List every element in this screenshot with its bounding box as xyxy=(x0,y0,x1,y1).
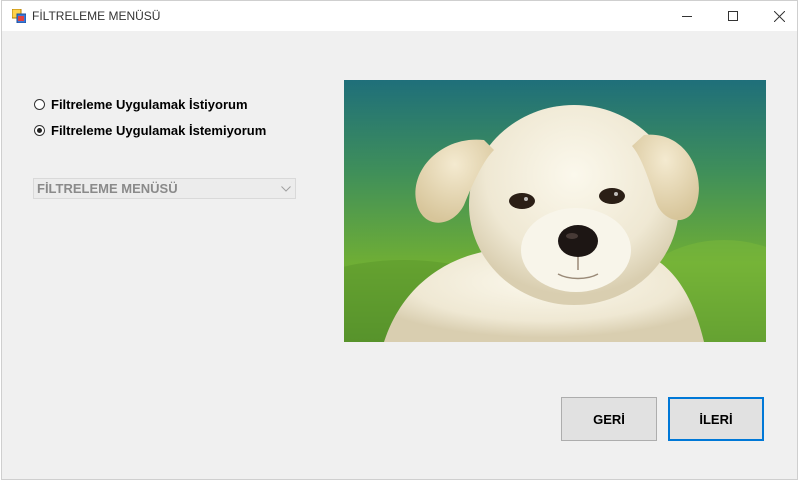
combobox-dropdown-button[interactable] xyxy=(277,179,295,198)
close-icon xyxy=(773,10,785,22)
chevron-down-icon xyxy=(281,185,291,192)
radio-button-apply[interactable] xyxy=(34,99,45,110)
filter-menu-window: FİLTRELEME MENÜSÜ Filtreleme Uygulamak İ… xyxy=(1,0,798,480)
back-button[interactable]: GERİ xyxy=(561,397,657,441)
radio-apply-filter[interactable]: Filtreleme Uygulamak İstiyorum xyxy=(34,97,248,112)
title-bar[interactable]: FİLTRELEME MENÜSÜ xyxy=(2,1,797,31)
filter-menu-combobox[interactable]: FİLTRELEME MENÜSÜ xyxy=(33,178,296,199)
close-button[interactable] xyxy=(756,1,802,31)
radio-label-no-filter: Filtreleme Uygulamak İstemiyorum xyxy=(51,123,267,138)
radio-no-filter[interactable]: Filtreleme Uygulamak İstemiyorum xyxy=(34,123,266,138)
maximize-button[interactable] xyxy=(710,1,756,31)
puppy-photo xyxy=(344,80,766,342)
minimize-icon xyxy=(682,16,692,17)
radio-button-no-filter[interactable] xyxy=(34,125,45,136)
radio-label-apply: Filtreleme Uygulamak İstiyorum xyxy=(51,97,248,112)
next-button[interactable]: İLERİ xyxy=(668,397,764,441)
maximize-icon xyxy=(728,11,738,21)
app-icon xyxy=(12,9,26,23)
radio-selected-dot xyxy=(37,128,42,133)
window-title: FİLTRELEME MENÜSÜ xyxy=(32,9,161,23)
combobox-selected-value: FİLTRELEME MENÜSÜ xyxy=(37,181,178,196)
minimize-button[interactable] xyxy=(664,1,710,31)
